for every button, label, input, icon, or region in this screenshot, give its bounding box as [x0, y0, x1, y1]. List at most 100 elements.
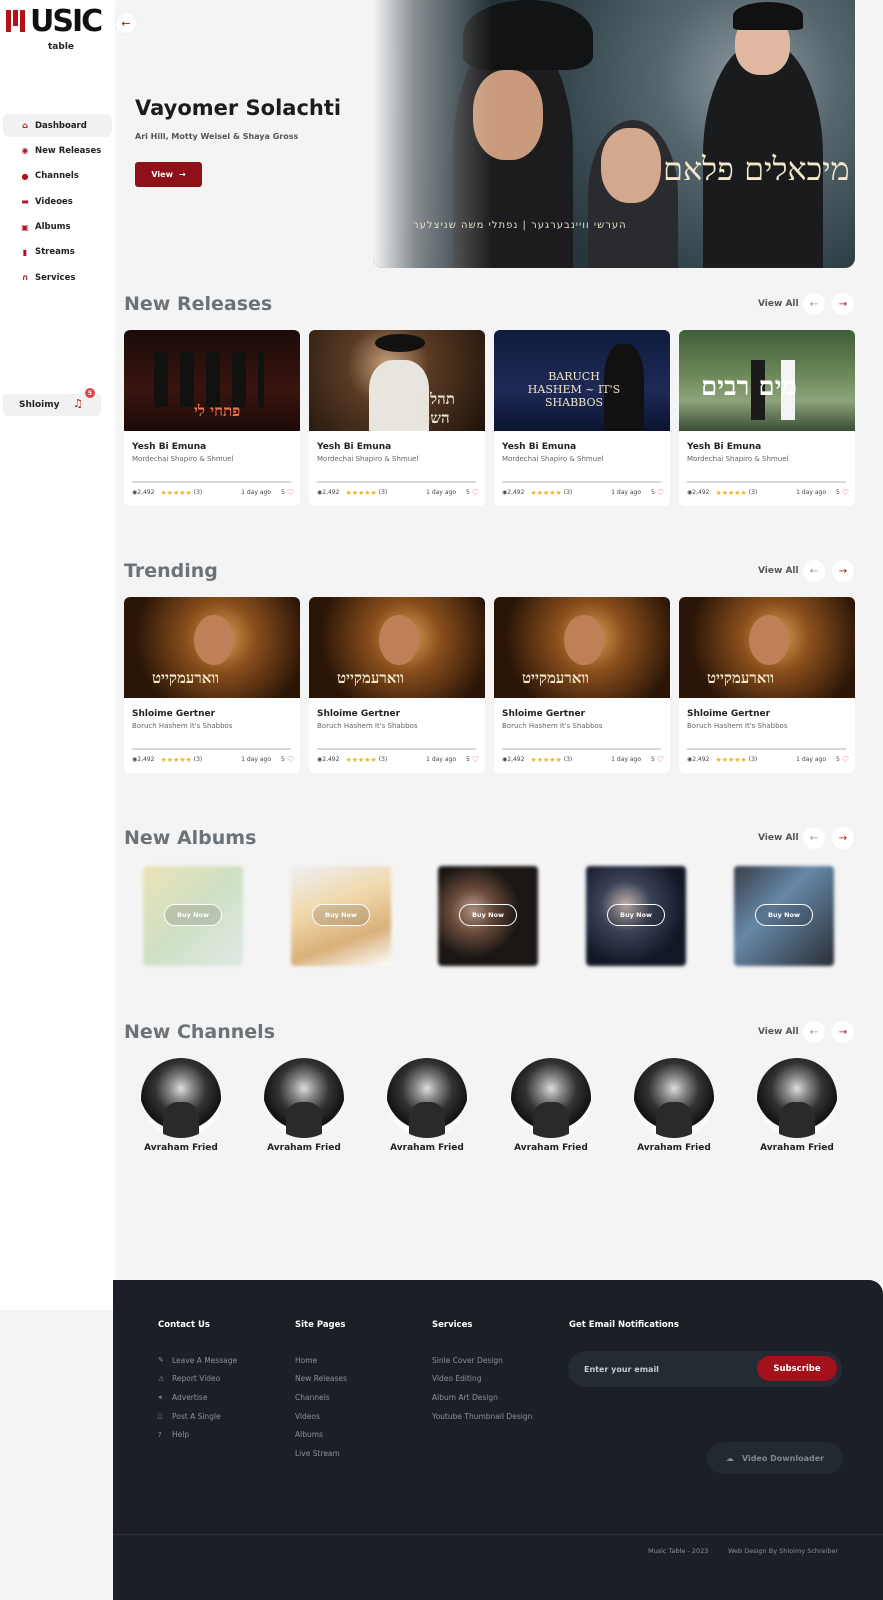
buy-now-button[interactable]: Buy Now	[459, 904, 517, 926]
sidebar-item-label: Videoes	[35, 196, 73, 207]
heart-icon[interactable]: ♡	[657, 488, 664, 497]
footer-link-albums[interactable]: Albums	[295, 1425, 347, 1444]
footer-link-advertise[interactable]: ◂ Advertise	[158, 1388, 237, 1407]
channel-item[interactable]: Avraham Fried	[756, 1058, 838, 1153]
footer-link-leave-message[interactable]: ✎ Leave A Message	[158, 1351, 237, 1370]
channel-item[interactable]: Avraham Fried	[140, 1058, 222, 1153]
next-button[interactable]: →	[832, 827, 854, 849]
heart-icon[interactable]: ♡	[657, 755, 664, 764]
trending-card[interactable]: ווארעמקייט Shloime Gertner Boruch Hashem…	[494, 597, 670, 773]
heart-icon[interactable]: ♡	[842, 755, 849, 764]
trending-card[interactable]: ווארעמקייט Shloime Gertner Boruch Hashem…	[309, 597, 485, 773]
trending-thumbnail[interactable]: ווארעמקייט	[124, 597, 300, 698]
avatar[interactable]	[757, 1058, 837, 1138]
sidebar-item-channels[interactable]: ● Channels	[3, 165, 112, 188]
avatar[interactable]	[511, 1058, 591, 1138]
trending-card[interactable]: ווארעמקייט Shloime Gertner Boruch Hashem…	[124, 597, 300, 773]
buy-now-button[interactable]: Buy Now	[755, 904, 813, 926]
sidebar-item-streams[interactable]: ▮ Streams	[3, 241, 112, 264]
subscribe-button[interactable]: Subscribe	[757, 1356, 837, 1381]
rating-count: (3)	[193, 489, 203, 496]
view-all-new-albums[interactable]: View All	[758, 833, 799, 843]
footer-link-new-releases[interactable]: New Releases	[295, 1370, 347, 1389]
rating-stars-icon: ★★★★★	[345, 488, 377, 497]
view-all-new-channels[interactable]: View All	[758, 1027, 799, 1037]
design-credit[interactable]: Web Design By Shloimy Schreiber	[728, 1547, 838, 1555]
email-field[interactable]	[584, 1351, 744, 1387]
user-menu[interactable]: Shloimy ♫ 5	[3, 388, 101, 416]
views-count: 2,492	[137, 489, 155, 496]
card-title: Yesh Bi Emuna	[317, 442, 392, 452]
footer-link-video-editing[interactable]: Video Editing	[432, 1370, 532, 1389]
release-thumbnail[interactable]: תהלת השם	[309, 330, 485, 431]
channel-item[interactable]: Avraham Fried	[263, 1058, 345, 1153]
prev-button[interactable]: ←	[803, 293, 825, 315]
video-downloader-label: Video Downloader	[741, 1453, 825, 1463]
arrow-left-icon: ←	[809, 565, 819, 577]
footer-link-help[interactable]: ? Help	[158, 1425, 237, 1444]
card-artist: Boruch Hashem It's Shabbos	[317, 722, 418, 730]
buy-now-button[interactable]: Buy Now	[312, 904, 370, 926]
next-button[interactable]: →	[832, 560, 854, 582]
card-meta: ◉ 2,492 ★★★★★ (3) 1 day ago 5 ♡	[502, 755, 664, 764]
footer-link-single-cover[interactable]: Sinle Cover Design	[432, 1351, 532, 1370]
channel-item[interactable]: Avraham Fried	[510, 1058, 592, 1153]
footer: Contact Us ✎ Leave A Message ⚠ Report Vide…	[113, 1280, 883, 1600]
prev-button[interactable]: ←	[803, 560, 825, 582]
sidebar-item-label: Dashboard	[35, 120, 87, 131]
release-card[interactable]: תהלת השם Yesh Bi Emuna Mordechai Shapiro…	[309, 330, 485, 506]
footer-link-live-stream[interactable]: Live Stream	[295, 1444, 347, 1463]
release-card[interactable]: מים רבים Yesh Bi Emuna Mordechai Shapiro…	[679, 330, 855, 506]
arrow-left-icon: ←	[809, 832, 819, 844]
bell-icon[interactable]: ♫	[73, 397, 87, 413]
sidebar-item-albums[interactable]: ▣ Albums	[3, 216, 112, 239]
avatar[interactable]	[141, 1058, 221, 1138]
view-all-new-releases[interactable]: View All	[758, 299, 799, 309]
collapse-sidebar-button[interactable]: ←	[115, 12, 137, 34]
footer-link-report-video[interactable]: ⚠ Report Video	[158, 1370, 237, 1389]
footer-link-videos[interactable]: Videos	[295, 1407, 347, 1426]
trending-thumbnail[interactable]: ווארעמקייט	[309, 597, 485, 698]
release-thumbnail[interactable]: BARUCH HASHEM ~ IT'S SHABBOS	[494, 330, 670, 431]
footer-link-album-art[interactable]: Album Art Design	[432, 1388, 532, 1407]
footer-link-channels[interactable]: Channels	[295, 1388, 347, 1407]
sidebar-item-services[interactable]: ∩ Services	[3, 266, 112, 289]
footer-link-home[interactable]: Home	[295, 1351, 347, 1370]
next-button[interactable]: →	[832, 293, 854, 315]
heart-icon[interactable]: ♡	[472, 755, 479, 764]
logo[interactable]: USIC table	[4, 4, 108, 54]
prev-button[interactable]: ←	[803, 1021, 825, 1043]
avatar[interactable]	[387, 1058, 467, 1138]
heart-icon[interactable]: ♡	[472, 488, 479, 497]
release-card[interactable]: BARUCH HASHEM ~ IT'S SHABBOS Yesh Bi Emu…	[494, 330, 670, 506]
footer-link-post-single[interactable]: ▯ Post A Single	[158, 1407, 237, 1426]
buy-now-button[interactable]: Buy Now	[164, 904, 222, 926]
release-card[interactable]: פתחי לי Yesh Bi Emuna Mordechai Shapiro …	[124, 330, 300, 506]
progress-bar	[502, 481, 661, 483]
video-downloader-button[interactable]: ☁ Video Downloader	[707, 1442, 843, 1474]
heart-icon[interactable]: ♡	[842, 488, 849, 497]
rating-stars-icon: ★★★★★	[160, 755, 192, 764]
trending-thumbnail[interactable]: ווארעמקייט	[679, 597, 855, 698]
avatar[interactable]	[264, 1058, 344, 1138]
avatar[interactable]	[634, 1058, 714, 1138]
trending-card[interactable]: ווארעמקייט Shloime Gertner Boruch Hashem…	[679, 597, 855, 773]
sidebar-item-new-releases[interactable]: ◉ New Releases	[3, 139, 112, 162]
footer-site-pages: Site Pages Home New Releases Channels Vi…	[295, 1320, 347, 1463]
buy-now-button[interactable]: Buy Now	[607, 904, 665, 926]
hero-view-button[interactable]: View →	[135, 162, 202, 187]
prev-button[interactable]: ←	[803, 827, 825, 849]
view-all-trending[interactable]: View All	[758, 566, 799, 576]
progress-bar	[687, 481, 846, 483]
sidebar-item-videoes[interactable]: ▬ Videoes	[3, 190, 112, 213]
channel-item[interactable]: Avraham Fried	[633, 1058, 715, 1153]
heart-icon[interactable]: ♡	[287, 755, 294, 764]
next-button[interactable]: →	[832, 1021, 854, 1043]
release-thumbnail[interactable]: פתחי לי	[124, 330, 300, 431]
heart-icon[interactable]: ♡	[287, 488, 294, 497]
sidebar-item-dashboard[interactable]: ⌂ Dashboard	[3, 114, 112, 137]
footer-link-youtube-thumbnail[interactable]: Youtube Thumbnail Design	[432, 1407, 532, 1426]
release-thumbnail[interactable]: מים רבים	[679, 330, 855, 431]
trending-thumbnail[interactable]: ווארעמקייט	[494, 597, 670, 698]
channel-item[interactable]: Avraham Fried	[386, 1058, 468, 1153]
